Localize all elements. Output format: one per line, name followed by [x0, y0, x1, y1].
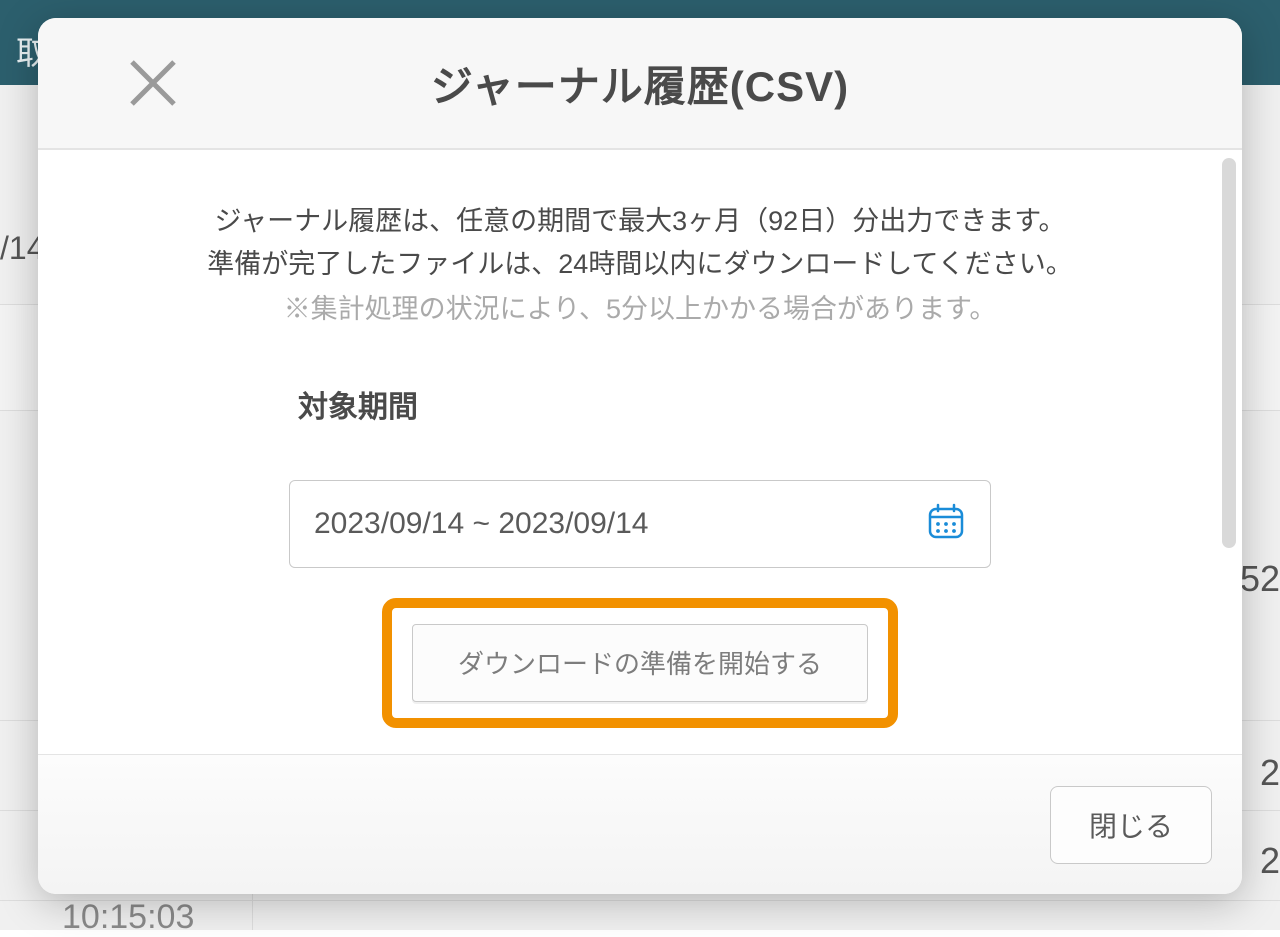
- period-label: 対象期間: [298, 382, 1122, 426]
- close-button[interactable]: 閉じる: [1050, 786, 1212, 864]
- prepare-download-button[interactable]: ダウンロードの準備を開始する: [412, 624, 868, 702]
- description-note: ※集計処理の状況により、5分以上かかる場合があります。: [158, 288, 1122, 331]
- close-icon[interactable]: [126, 56, 180, 110]
- description-block: ジャーナル履歴は、任意の期間で最大3ヶ月（92日）分出力できます。 準備が完了し…: [158, 200, 1122, 332]
- scrollbar-thumb[interactable]: [1222, 158, 1236, 548]
- modal-overlay: ジャーナル履歴(CSV) ジャーナル履歴は、任意の期間で最大3ヶ月（92日）分出…: [0, 0, 1280, 930]
- date-range-input[interactable]: 2023/09/14 ~ 2023/09/14: [289, 480, 991, 568]
- journal-csv-modal: ジャーナル履歴(CSV) ジャーナル履歴は、任意の期間で最大3ヶ月（92日）分出…: [38, 18, 1242, 894]
- calendar-icon: [926, 501, 966, 546]
- modal-footer: 閉じる: [38, 754, 1242, 894]
- description-line: 準備が完了したファイルは、24時間以内にダウンロードしてください。: [158, 243, 1122, 286]
- highlight-frame: ダウンロードの準備を開始する: [382, 598, 898, 728]
- modal-header: ジャーナル履歴(CSV): [38, 18, 1242, 150]
- date-range-text: 2023/09/14 ~ 2023/09/14: [314, 507, 648, 541]
- description-line: ジャーナル履歴は、任意の期間で最大3ヶ月（92日）分出力できます。: [158, 200, 1122, 243]
- modal-title: ジャーナル履歴(CSV): [431, 53, 849, 114]
- modal-body: ジャーナル履歴は、任意の期間で最大3ヶ月（92日）分出力できます。 準備が完了し…: [38, 150, 1242, 754]
